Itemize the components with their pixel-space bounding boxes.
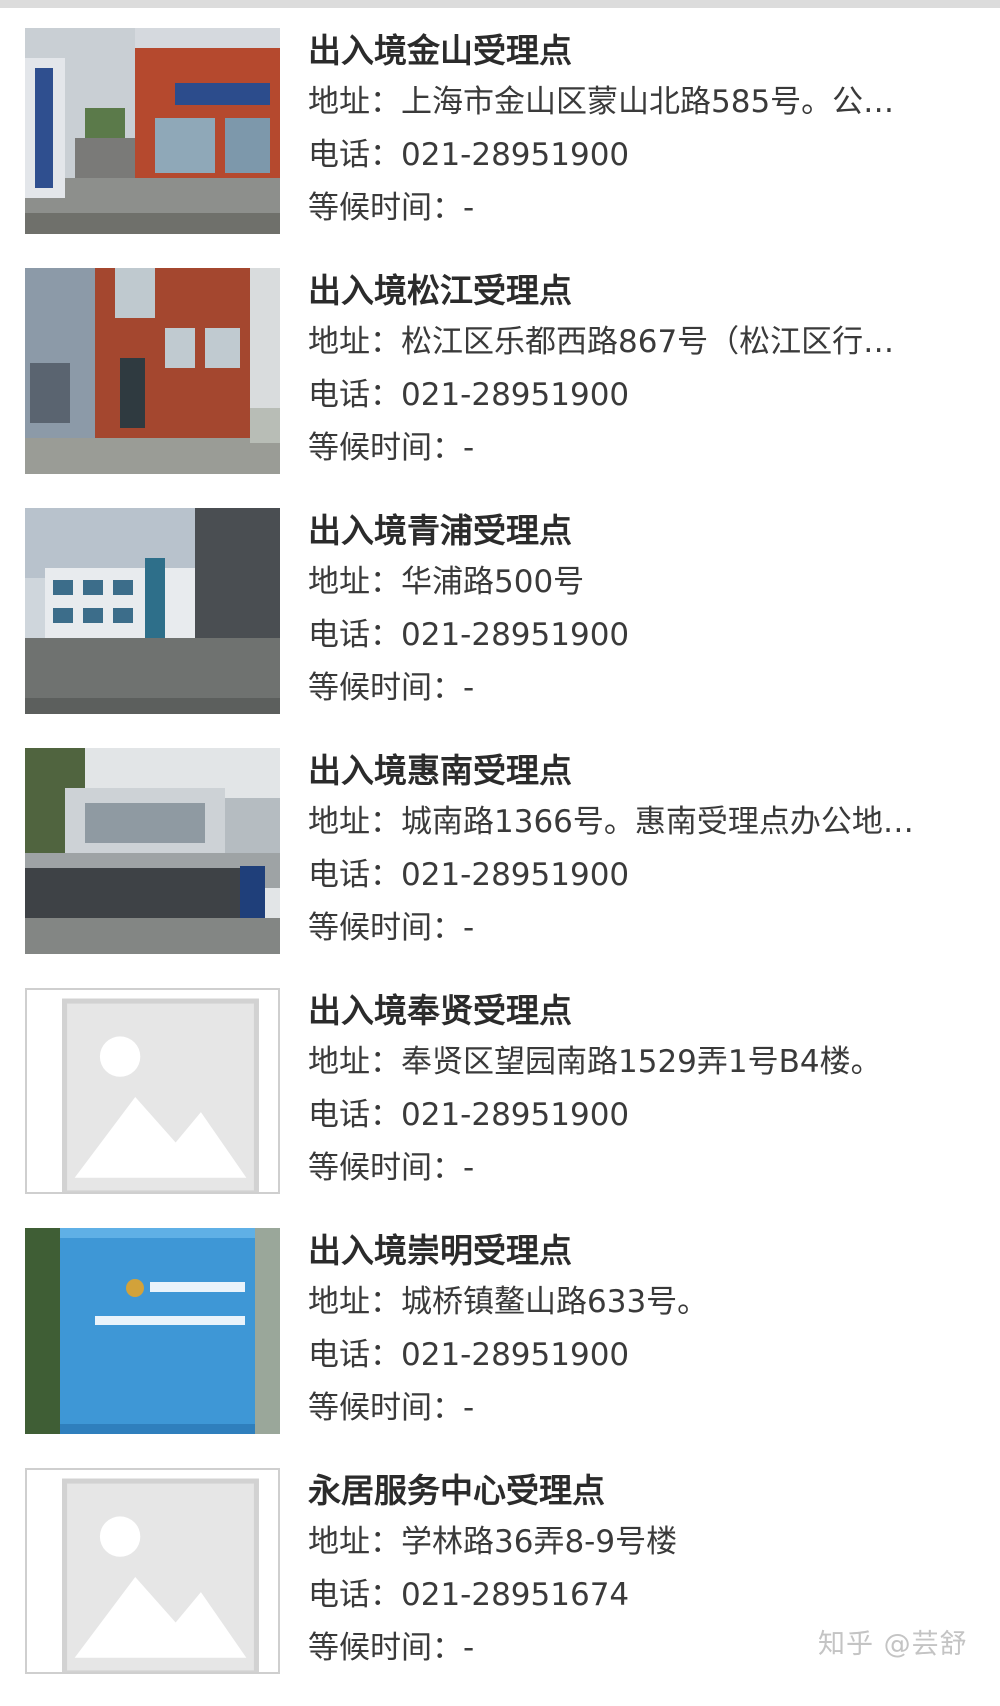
image-placeholder-icon [62,998,259,1192]
item-phone[interactable]: 电话：021-28951900 [308,129,973,182]
item-info: 出入境金山受理点 地址：上海市金山区蒙山北路585号。公… 电话：021-289… [308,26,978,235]
service-point-list: 出入境金山受理点 地址：上海市金山区蒙山北路585号。公… 电话：021-289… [0,26,1000,1706]
item-title[interactable]: 出入境金山受理点 [308,26,978,76]
chongming-photo[interactable] [25,1228,280,1434]
item-title[interactable]: 出入境松江受理点 [308,266,978,316]
item-phone[interactable]: 电话：021-28951900 [308,1329,973,1382]
item-title[interactable]: 出入境奉贤受理点 [308,986,978,1036]
item-info: 出入境崇明受理点 地址：城桥镇鳌山路633号。 电话：021-28951900 … [308,1226,978,1435]
item-wait-time: 等候时间：- [308,1150,475,1186]
qingpu-photo[interactable] [25,508,280,714]
item-info: 出入境奉贤受理点 地址：奉贤区望园南路1529弄1号B4楼。 电话：021-28… [308,986,978,1195]
item-phone[interactable]: 电话：021-28951674 [308,1569,973,1622]
item-title[interactable]: 出入境惠南受理点 [308,746,978,796]
songjiang-photo[interactable] [25,268,280,474]
list-item[interactable]: 出入境惠南受理点 地址：城南路1366号。惠南受理点办公地… 电话：021-28… [0,746,1000,986]
item-wait-time: 等候时间：- [308,430,475,466]
item-address: 地址：奉贤区望园南路1529弄1号B4楼。 [308,1044,882,1080]
item-phone[interactable]: 电话：021-28951900 [308,369,973,422]
item-info: 出入境青浦受理点 地址：华浦路500号 电话：021-28951900 等候时间… [308,506,978,715]
image-placeholder[interactable] [25,988,280,1194]
item-title[interactable]: 出入境崇明受理点 [308,1226,978,1276]
item-address: 地址：学林路36弄8-9号楼 [308,1524,678,1560]
item-wait-time: 等候时间：- [308,670,475,706]
list-item[interactable]: 出入境金山受理点 地址：上海市金山区蒙山北路585号。公… 电话：021-289… [0,26,1000,266]
list-item[interactable]: 出入境松江受理点 地址：松江区乐都西路867号（松江区行… 电话：021-289… [0,266,1000,506]
item-address: 地址：松江区乐都西路867号（松江区行… [308,324,895,360]
list-item[interactable]: 永居服务中心受理点 地址：学林路36弄8-9号楼 电话：021-28951674… [0,1466,1000,1706]
item-phone[interactable]: 电话：021-28951900 [308,1089,973,1142]
item-address: 地址：城南路1366号。惠南受理点办公地… [308,804,914,840]
item-info: 出入境惠南受理点 地址：城南路1366号。惠南受理点办公地… 电话：021-28… [308,746,978,955]
item-address: 地址：上海市金山区蒙山北路585号。公… [308,84,895,120]
top-divider [0,0,1000,8]
item-title[interactable]: 永居服务中心受理点 [308,1466,978,1516]
item-phone[interactable]: 电话：021-28951900 [308,609,973,662]
item-wait-time: 等候时间：- [308,1390,475,1426]
image-placeholder-icon [62,1478,259,1672]
jinshan-photo[interactable] [25,28,280,234]
list-item[interactable]: 出入境奉贤受理点 地址：奉贤区望园南路1529弄1号B4楼。 电话：021-28… [0,986,1000,1226]
image-placeholder[interactable] [25,1468,280,1674]
item-wait-time: 等候时间：- [308,190,475,226]
item-info: 出入境松江受理点 地址：松江区乐都西路867号（松江区行… 电话：021-289… [308,266,978,475]
list-item[interactable]: 出入境青浦受理点 地址：华浦路500号 电话：021-28951900 等候时间… [0,506,1000,746]
item-title[interactable]: 出入境青浦受理点 [308,506,978,556]
huinan-photo[interactable] [25,748,280,954]
item-wait-time: 等候时间：- [308,910,475,946]
item-address: 地址：华浦路500号 [308,564,585,600]
item-address: 地址：城桥镇鳌山路633号。 [308,1284,709,1320]
item-phone[interactable]: 电话：021-28951900 [308,849,973,902]
watermark: 知乎 @芸舒 [818,1629,968,1660]
list-item[interactable]: 出入境崇明受理点 地址：城桥镇鳌山路633号。 电话：021-28951900 … [0,1226,1000,1466]
